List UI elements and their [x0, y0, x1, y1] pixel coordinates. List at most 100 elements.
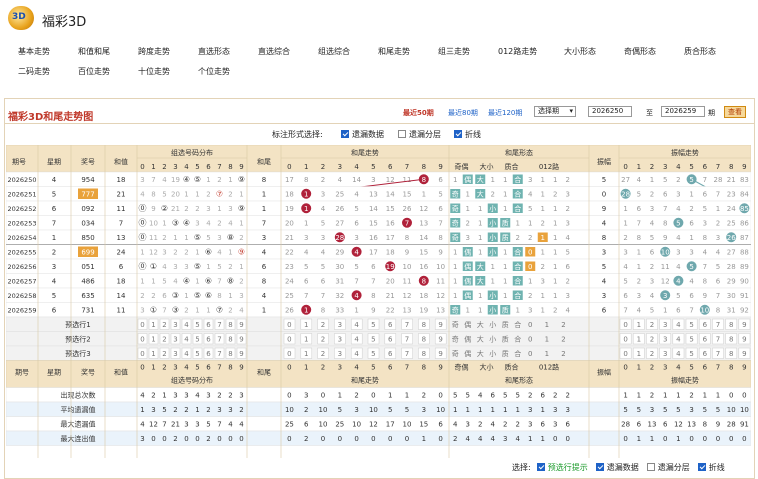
from-period-input[interactable]: 2026250: [588, 106, 632, 117]
preselect-digit: 7: [716, 336, 720, 344]
to-period-input[interactable]: 2026259: [661, 106, 705, 117]
nav-item[interactable]: 大小形态: [564, 46, 596, 57]
stat-dist: 4: [140, 392, 145, 400]
stat-amp: 6: [637, 421, 642, 429]
nav-item[interactable]: 直选形态: [198, 46, 230, 57]
checkbox-icon[interactable]: [697, 463, 706, 471]
form-miss: 3: [466, 234, 470, 242]
nav-item[interactable]: 个位走势: [198, 66, 230, 77]
amp-miss: 3: [703, 220, 707, 228]
dist-cell: 1: [206, 307, 210, 315]
checkbox-icon[interactable]: [536, 463, 545, 471]
option-polyline[interactable]: 折线: [454, 129, 481, 140]
nav-item[interactable]: 基本走势: [18, 46, 50, 57]
tail-miss: 17: [285, 176, 294, 184]
checkbox-icon[interactable]: [341, 130, 349, 138]
nav-item[interactable]: 二码走势: [18, 66, 50, 77]
amp-miss: 83: [740, 176, 749, 184]
form-miss: 2: [491, 191, 495, 199]
tail-miss: 6: [438, 205, 443, 213]
dist-cell: 20: [171, 191, 180, 199]
preselect-digit: 5: [689, 321, 693, 329]
nav-item[interactable]: 奇偶形态: [624, 46, 656, 57]
checkbox-icon[interactable]: [398, 130, 406, 138]
nav-item[interactable]: 012路走势: [498, 46, 537, 57]
to-label: 至: [646, 109, 653, 117]
stat-form: 3: [528, 406, 532, 414]
tail-miss: 14: [369, 205, 378, 213]
amp-miss: 3: [716, 234, 720, 242]
option-missing-layer[interactable]: 遗漏分层: [398, 129, 441, 140]
amp-cell: 8: [602, 234, 606, 242]
stat-form: 3: [466, 421, 470, 429]
option-missing-data[interactable]: 遗漏数据: [341, 129, 384, 140]
tail-miss: 4: [338, 176, 343, 184]
issue-cell: 2026252: [8, 205, 37, 213]
nav-item[interactable]: 组选综合: [318, 46, 350, 57]
stat-tail: 0: [438, 435, 442, 443]
issue-cell: 2026254: [8, 234, 37, 242]
digit-footer: 0: [623, 364, 627, 372]
preselect-form: 偶: [464, 349, 471, 358]
stat-tail: 17: [386, 421, 395, 429]
nav-item[interactable]: 和尾走势: [378, 46, 410, 57]
nav-item[interactable]: 组三走势: [438, 46, 470, 57]
stat-dist: 4: [140, 421, 145, 429]
query-button[interactable]: 查看: [724, 106, 746, 118]
tail-miss: 16: [369, 234, 378, 242]
amp-miss: 24: [727, 205, 736, 213]
range-link-80[interactable]: 最近80期: [448, 108, 478, 118]
dist-cell: ③: [172, 291, 179, 300]
nav-item[interactable]: 百位走势: [78, 66, 110, 77]
dist-cell: ④: [183, 219, 190, 228]
tail-miss: 31: [335, 278, 344, 286]
stat-dist: 4: [239, 421, 244, 429]
bottom-option[interactable]: 预选行提示: [536, 463, 588, 472]
nav-item[interactable]: 和值和尾: [78, 46, 110, 57]
tail-miss: 14: [386, 191, 395, 199]
bottom-option[interactable]: 遗漏数据: [595, 463, 639, 472]
preselect-form: 0: [528, 321, 532, 329]
checkbox-icon[interactable]: [454, 130, 462, 138]
footer-sum: 和值: [114, 368, 128, 377]
amp-miss: 6: [623, 292, 628, 300]
checkbox-icon[interactable]: [646, 463, 655, 471]
amp-miss: 11: [661, 263, 670, 271]
period-select[interactable]: 选择期 ▾: [534, 106, 576, 117]
header-week: 星期: [47, 158, 61, 166]
preselect-form: 小: [489, 335, 496, 344]
stat-dist: 0: [239, 435, 243, 443]
tail-miss: 27: [335, 220, 344, 228]
sum-cell: 21: [117, 191, 126, 199]
bottom-option[interactable]: 遗漏分层: [646, 463, 690, 472]
form-badge-text: 小: [489, 248, 496, 257]
stat-form: 4: [453, 421, 458, 429]
nav-item[interactable]: 跨度走势: [138, 46, 170, 57]
amp-ball-text: 85: [740, 205, 749, 213]
form-miss: 1: [553, 234, 557, 242]
stat-dist: 4: [228, 421, 233, 429]
tail-miss: 11: [436, 278, 445, 286]
tail-miss: 8: [438, 234, 442, 242]
dist-cell: ⑦: [216, 306, 223, 315]
preselect-digit: 2: [650, 321, 654, 329]
nav-item[interactable]: 质合形态: [684, 46, 716, 57]
form-miss: 1: [478, 292, 482, 300]
bottom-options-label: 选择:: [512, 463, 531, 472]
bottom-option[interactable]: 折线: [697, 463, 725, 472]
form-miss: 1: [503, 249, 507, 257]
sum-cell: 13: [117, 234, 126, 242]
nav-item[interactable]: 十位走势: [138, 66, 170, 77]
nav-item[interactable]: 直选综合: [258, 46, 290, 57]
range-link-120[interactable]: 最近120期: [488, 108, 522, 118]
header-group-dist: 组选号码分布: [171, 148, 213, 157]
form-footer: 012路: [539, 363, 559, 372]
dist-cell: 1: [140, 278, 144, 286]
amp-miss: 8: [703, 278, 707, 286]
stat-amp: 0: [623, 435, 627, 443]
range-link-50[interactable]: 最近50期: [403, 108, 434, 118]
form-miss: 1: [478, 234, 482, 242]
checkbox-icon[interactable]: [595, 463, 604, 471]
tail-ball-text: 28: [335, 234, 344, 242]
tail-ball-text: 8: [422, 278, 426, 286]
